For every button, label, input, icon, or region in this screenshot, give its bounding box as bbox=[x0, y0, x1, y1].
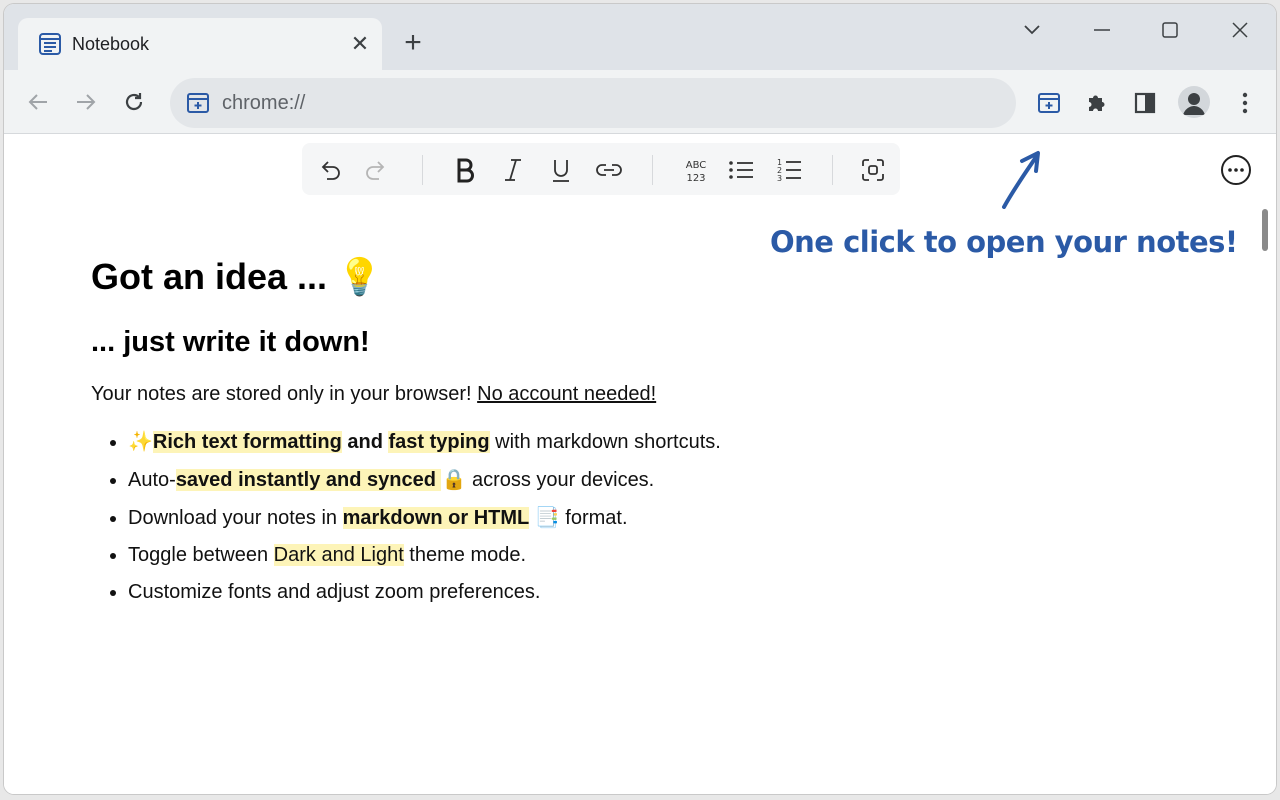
ellipsis-icon bbox=[1228, 168, 1244, 172]
bold-icon bbox=[457, 158, 474, 183]
spellcheck-icon: ABC 123 bbox=[686, 160, 707, 184]
notebook-page: ABC 123 123 One click to open your notes… bbox=[4, 135, 1276, 794]
more-options-button[interactable] bbox=[1221, 155, 1251, 185]
scrollbar-thumb[interactable] bbox=[1262, 209, 1268, 251]
no-account-link[interactable]: No account needed! bbox=[477, 383, 656, 405]
annotation-arrow-icon bbox=[1002, 151, 1040, 209]
annotation-callout: One click to open your notes! bbox=[770, 225, 1238, 259]
arrow-left-icon bbox=[28, 94, 47, 110]
note-heading-1: Got an idea ... 💡 bbox=[91, 256, 382, 298]
person-icon bbox=[1183, 93, 1205, 115]
maximize-icon bbox=[1162, 22, 1178, 38]
underline-button[interactable] bbox=[546, 155, 576, 185]
back-button[interactable] bbox=[24, 88, 52, 116]
link-icon bbox=[596, 164, 622, 176]
maximize-button[interactable] bbox=[1150, 14, 1190, 46]
list-item: Toggle between Dark and Light theme mode… bbox=[128, 542, 991, 568]
arrow-right-icon bbox=[77, 94, 96, 110]
italic-button[interactable] bbox=[498, 155, 528, 185]
redo-icon bbox=[366, 161, 385, 180]
lightbulb-icon: 💡 bbox=[337, 257, 382, 298]
browser-window: Notebook ✕ + chrome:// ABC 123 1 2 3 One… bbox=[4, 4, 1276, 794]
notebook-extension-button[interactable] bbox=[1034, 88, 1064, 118]
lock-icon: 🔒 bbox=[441, 467, 467, 491]
underline-icon bbox=[553, 160, 569, 182]
reload-icon bbox=[125, 93, 143, 111]
bulleted-list-icon bbox=[729, 161, 753, 179]
profile-avatar[interactable] bbox=[1178, 86, 1210, 118]
undo-button[interactable] bbox=[314, 155, 344, 185]
new-tab-button[interactable]: + bbox=[398, 28, 428, 58]
forward-button[interactable] bbox=[72, 88, 100, 116]
document-icon: 📑 bbox=[534, 505, 560, 529]
list-item: Customize fonts and adjust zoom preferen… bbox=[128, 579, 991, 605]
minimize-button[interactable] bbox=[1082, 14, 1122, 46]
numbered-list-icon: 123 bbox=[777, 158, 801, 183]
spellcheck-button[interactable]: ABC 123 bbox=[678, 155, 714, 185]
address-bar[interactable]: chrome:// bbox=[170, 78, 1016, 128]
editor-toolbar: ABC 123 123 bbox=[302, 143, 900, 195]
close-tab-icon[interactable]: ✕ bbox=[346, 30, 374, 58]
tab-title: Notebook bbox=[72, 34, 150, 54]
chevron-down-icon bbox=[1024, 25, 1040, 35]
side-panel-button[interactable] bbox=[1130, 88, 1160, 118]
toolbar-divider bbox=[422, 155, 423, 185]
notebook-icon bbox=[38, 32, 62, 56]
list-item: Download your notes in markdown or HTML … bbox=[128, 504, 991, 531]
bulleted-list-button[interactable] bbox=[726, 155, 756, 185]
focus-mode-icon bbox=[862, 159, 884, 181]
link-button[interactable] bbox=[594, 155, 624, 185]
note-document[interactable]: Got an idea ... 💡 ... just write it down… bbox=[91, 259, 991, 616]
notebook-extension-icon bbox=[1038, 93, 1060, 113]
minimize-icon bbox=[1094, 29, 1110, 31]
browser-menu-button[interactable] bbox=[1230, 88, 1260, 118]
extensions-button[interactable] bbox=[1082, 88, 1112, 118]
focus-mode-button[interactable] bbox=[858, 155, 888, 185]
tab-strip: Notebook ✕ + bbox=[4, 4, 1276, 74]
numbered-list-button[interactable]: 123 bbox=[774, 155, 804, 185]
svg-text:123: 123 bbox=[686, 173, 705, 184]
svg-text:ABC: ABC bbox=[686, 160, 707, 171]
toolbar-divider bbox=[652, 155, 653, 185]
side-panel-icon bbox=[1134, 92, 1156, 114]
extension-page-icon bbox=[186, 91, 210, 115]
note-heading-2: ... just write it down! bbox=[91, 326, 370, 358]
close-icon bbox=[1232, 22, 1248, 38]
note-paragraph: Your notes are stored only in your brows… bbox=[91, 383, 657, 405]
italic-icon bbox=[505, 159, 521, 181]
tab-search-button[interactable] bbox=[1012, 14, 1052, 46]
undo-icon bbox=[321, 161, 340, 180]
toolbar-divider bbox=[832, 155, 833, 185]
sparkles-icon: ✨ bbox=[128, 429, 153, 453]
list-item: Auto-saved instantly and synced 🔒 across… bbox=[128, 466, 991, 493]
url-text: chrome:// bbox=[222, 92, 306, 114]
feature-list: ✨Rich text formatting and fast typing wi… bbox=[128, 428, 991, 605]
bold-button[interactable] bbox=[450, 155, 480, 185]
kebab-menu-icon bbox=[1242, 92, 1248, 114]
list-item: ✨Rich text formatting and fast typing wi… bbox=[128, 428, 991, 455]
puzzle-icon bbox=[1089, 95, 1105, 111]
browser-toolbar: chrome:// bbox=[4, 70, 1276, 134]
tab-notebook[interactable]: Notebook ✕ bbox=[18, 18, 382, 74]
reload-button[interactable] bbox=[120, 88, 148, 116]
close-window-button[interactable] bbox=[1220, 14, 1260, 46]
redo-button[interactable] bbox=[362, 155, 392, 185]
svg-text:3: 3 bbox=[777, 174, 782, 183]
